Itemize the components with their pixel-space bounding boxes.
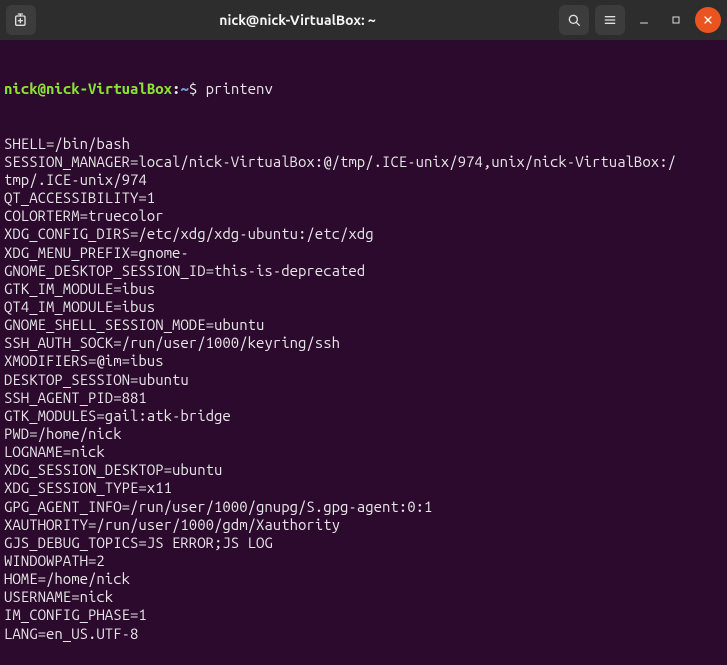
output-line: WINDOWPATH=2 xyxy=(4,552,723,570)
output-line: GNOME_DESKTOP_SESSION_ID=this-is-depreca… xyxy=(4,262,723,280)
window-title: nick@nick-VirtualBox: ~ xyxy=(42,12,553,28)
output-line: XDG_CONFIG_DIRS=/etc/xdg/xdg-ubuntu:/etc… xyxy=(4,225,723,243)
output-line: XAUTHORITY=/run/user/1000/gdm/Xauthority xyxy=(4,516,723,534)
titlebar-left xyxy=(6,5,36,35)
titlebar: nick@nick-VirtualBox: ~ xyxy=(0,0,727,40)
prompt-dollar: $ xyxy=(189,80,197,97)
output-line: GTK_IM_MODULE=ibus xyxy=(4,280,723,298)
prompt-line: nick@nick-VirtualBox:~$ printenv xyxy=(4,80,723,98)
terminal[interactable]: nick@nick-VirtualBox:~$ printenv SHELL=/… xyxy=(0,40,727,665)
prompt-host: nick-VirtualBox xyxy=(46,80,172,97)
output-line: COLORTERM=truecolor xyxy=(4,207,723,225)
titlebar-right xyxy=(559,5,721,35)
output-line: GJS_DEBUG_TOPICS=JS ERROR;JS LOG xyxy=(4,534,723,552)
search-button[interactable] xyxy=(559,5,589,35)
maximize-button[interactable] xyxy=(663,7,689,33)
menu-button[interactable] xyxy=(595,5,625,35)
close-button[interactable] xyxy=(695,7,721,33)
output-line: LANG=en_US.UTF-8 xyxy=(4,625,723,643)
prompt-path: ~ xyxy=(180,80,188,97)
prompt-at: @ xyxy=(38,80,46,97)
command-text: printenv xyxy=(206,80,273,97)
new-tab-button[interactable] xyxy=(6,5,36,35)
output-line: SESSION_MANAGER=local/nick-VirtualBox:@/… xyxy=(4,153,723,171)
output-line: GTK_MODULES=gail:atk-bridge xyxy=(4,407,723,425)
output-line: HOME=/home/nick xyxy=(4,570,723,588)
output-line: XDG_SESSION_TYPE=x11 xyxy=(4,479,723,497)
output-line: tmp/.ICE-unix/974 xyxy=(4,171,723,189)
output-line: XMODIFIERS=@im=ibus xyxy=(4,352,723,370)
minimize-button[interactable] xyxy=(631,7,657,33)
output-line: GPG_AGENT_INFO=/run/user/1000/gnupg/S.gp… xyxy=(4,498,723,516)
output-line: LOGNAME=nick xyxy=(4,443,723,461)
output-line: QT_ACCESSIBILITY=1 xyxy=(4,189,723,207)
output-line: DESKTOP_SESSION=ubuntu xyxy=(4,371,723,389)
output-line: QT4_IM_MODULE=ibus xyxy=(4,298,723,316)
output-line: XDG_MENU_PREFIX=gnome- xyxy=(4,244,723,262)
output-line: IM_CONFIG_PHASE=1 xyxy=(4,606,723,624)
output-line: PWD=/home/nick xyxy=(4,425,723,443)
output-line: XDG_SESSION_DESKTOP=ubuntu xyxy=(4,461,723,479)
terminal-output: SHELL=/bin/bashSESSION_MANAGER=local/nic… xyxy=(4,135,723,643)
output-line: SSH_AGENT_PID=881 xyxy=(4,389,723,407)
output-line: SHELL=/bin/bash xyxy=(4,135,723,153)
output-line: SSH_AUTH_SOCK=/run/user/1000/keyring/ssh xyxy=(4,334,723,352)
output-line: USERNAME=nick xyxy=(4,588,723,606)
prompt-user: nick xyxy=(4,80,38,97)
output-line: GNOME_SHELL_SESSION_MODE=ubuntu xyxy=(4,316,723,334)
